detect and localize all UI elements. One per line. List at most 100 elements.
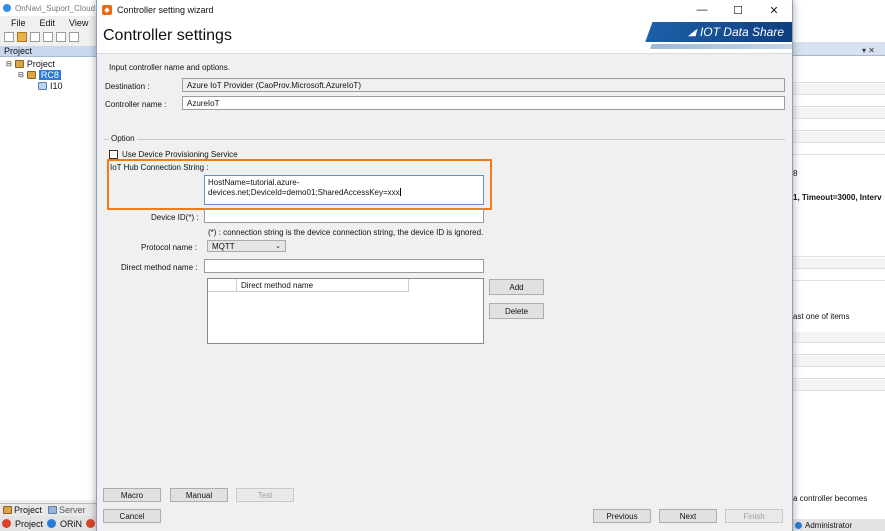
device-icon — [38, 82, 47, 90]
dialog-header: Controller settings ◢ IOT Data Share — [97, 20, 792, 54]
tree-node-project[interactable]: ⊟ Project — [6, 59, 55, 69]
stop-status-icon — [86, 519, 96, 528]
tree-node-label: I10 — [50, 81, 63, 91]
dialog-header-title: Controller settings — [103, 27, 232, 44]
bottom-tabs: Project Server — [0, 503, 98, 516]
open-folder-icon[interactable] — [17, 32, 27, 42]
background-title: OnNavi_Suport_Cloud — [15, 3, 96, 13]
next-button[interactable]: Next — [659, 509, 717, 523]
properties-panel: 8 1, Timeout=3000, Interv ast one of ite… — [793, 16, 885, 531]
project-icon — [3, 506, 12, 514]
controller-icon — [26, 71, 36, 79]
paste-icon[interactable] — [56, 32, 66, 42]
manual-button[interactable]: Manual — [170, 488, 228, 502]
add-button[interactable]: Add — [489, 279, 544, 295]
user-icon — [795, 521, 802, 529]
wizard-app-icon: ◆ — [102, 5, 112, 15]
menu-edit[interactable]: Edit — [40, 18, 56, 28]
server-icon — [48, 506, 58, 514]
device-id-label: Device ID(*) : — [151, 213, 199, 222]
project-panel-title: Project — [4, 46, 33, 56]
cut-icon[interactable] — [69, 32, 79, 42]
save-icon[interactable] — [30, 32, 40, 42]
tree-node-rc8[interactable]: ⊟ RC8 — [18, 70, 61, 80]
device-id-note: (*) : connection string is the device co… — [208, 228, 484, 237]
prop-text: 1, Timeout=3000, Interv — [793, 193, 882, 202]
dialog-title-bar: ◆ Controller setting wizard — ☐ ✕ — [97, 0, 792, 20]
tab-project[interactable]: Project — [3, 505, 42, 515]
device-id-input[interactable] — [204, 209, 484, 223]
prop-text: a controller becomes — [793, 494, 868, 503]
connection-string-value: HostName=tutorial.azure-devices.net;Devi… — [208, 178, 400, 197]
prop-row — [793, 246, 885, 257]
option-legend: Option — [109, 134, 137, 143]
destination-field: Azure IoT Provider (CaoProv.Microsoft.Az… — [182, 78, 785, 92]
tree-node-i10[interactable]: I10 — [38, 81, 63, 91]
tree-node-label: RC8 — [38, 70, 61, 80]
test-button[interactable]: Test — [236, 488, 294, 502]
menu-file[interactable]: File — [11, 18, 26, 28]
use-dps-label[interactable]: Use Device Provisioning Service — [122, 150, 238, 159]
user-status: Administrator — [793, 519, 885, 531]
brand-underline — [632, 44, 792, 49]
new-file-icon[interactable] — [4, 32, 14, 42]
tab-server[interactable]: Server — [48, 505, 86, 515]
tab-label: Project — [14, 505, 43, 515]
project-panel-header: Project — [0, 46, 98, 57]
prop-row — [793, 380, 885, 391]
brand-logo-icon: ◢ — [688, 26, 696, 38]
protocol-label: Protocol name : — [141, 243, 198, 252]
cancel-button[interactable]: Cancel — [103, 509, 161, 523]
macro-button[interactable]: Macro — [103, 488, 161, 502]
direct-method-list[interactable]: Direct method name — [207, 278, 484, 344]
menu-view[interactable]: View — [69, 18, 88, 28]
protocol-select[interactable]: MQTT ⌄ — [207, 240, 286, 252]
prop-row — [793, 270, 885, 281]
app-logo-icon — [3, 4, 11, 12]
controller-name-input[interactable]: AzureIoT — [182, 96, 785, 110]
maximize-icon[interactable]: ☐ — [720, 0, 756, 20]
dialog-window-title: Controller setting wizard — [117, 5, 214, 15]
chevron-down-icon: ⌄ — [275, 243, 281, 250]
background-menu-bar: File Edit View — [0, 16, 100, 29]
collapse-icon[interactable]: ⊟ — [18, 71, 24, 79]
destination-label: Destination : — [105, 82, 150, 91]
text-cursor — [399, 188, 401, 196]
tree-node-label: Project — [26, 59, 55, 69]
minimize-icon[interactable]: — — [684, 0, 720, 20]
prop-text: 8 — [793, 169, 798, 178]
prop-row — [793, 84, 885, 95]
project-tree: ⊟ Project ⊟ RC8 I10 — [0, 57, 98, 500]
prop-row — [793, 120, 885, 131]
orin-status-icon — [47, 519, 57, 528]
controller-name-label: Controller name : — [105, 100, 167, 109]
controller-setting-wizard-dialog: ◆ Controller setting wizard — ☐ ✕ Contro… — [96, 0, 793, 531]
protocol-selected-value: MQTT — [212, 241, 235, 251]
prop-row — [793, 132, 885, 143]
prop-row — [793, 258, 885, 269]
finish-button[interactable]: Finish — [725, 509, 783, 523]
copy-icon[interactable] — [43, 32, 53, 42]
collapse-icon[interactable]: ⊟ — [6, 60, 12, 68]
prop-row — [793, 332, 885, 343]
prop-row — [793, 368, 885, 379]
use-dps-checkbox[interactable] — [109, 150, 118, 159]
direct-method-label: Direct method name : — [121, 263, 198, 272]
prop-row — [793, 72, 885, 83]
connection-string-label: IoT Hub Connection String : — [110, 163, 209, 172]
user-name: Administrator — [805, 520, 853, 530]
delete-button[interactable]: Delete — [489, 303, 544, 319]
close-icon[interactable]: ✕ — [756, 0, 792, 20]
tab-label: Server — [59, 505, 86, 515]
list-column-header[interactable]: Direct method name — [237, 279, 409, 292]
previous-button[interactable]: Previous — [593, 509, 651, 523]
background-toolbar — [0, 29, 100, 45]
prop-row — [793, 344, 885, 355]
panel-pin-icon[interactable]: ▾ ✕ — [862, 46, 875, 55]
list-index-column-header — [208, 279, 237, 292]
direct-method-input[interactable] — [204, 259, 484, 273]
prop-text: ast one of items — [793, 312, 850, 321]
connection-string-input[interactable]: HostName=tutorial.azure-devices.net;Devi… — [204, 175, 484, 205]
status-bar: Project ORiN — [0, 516, 98, 531]
brand-banner: ◢ IOT Data Share — [632, 22, 792, 42]
